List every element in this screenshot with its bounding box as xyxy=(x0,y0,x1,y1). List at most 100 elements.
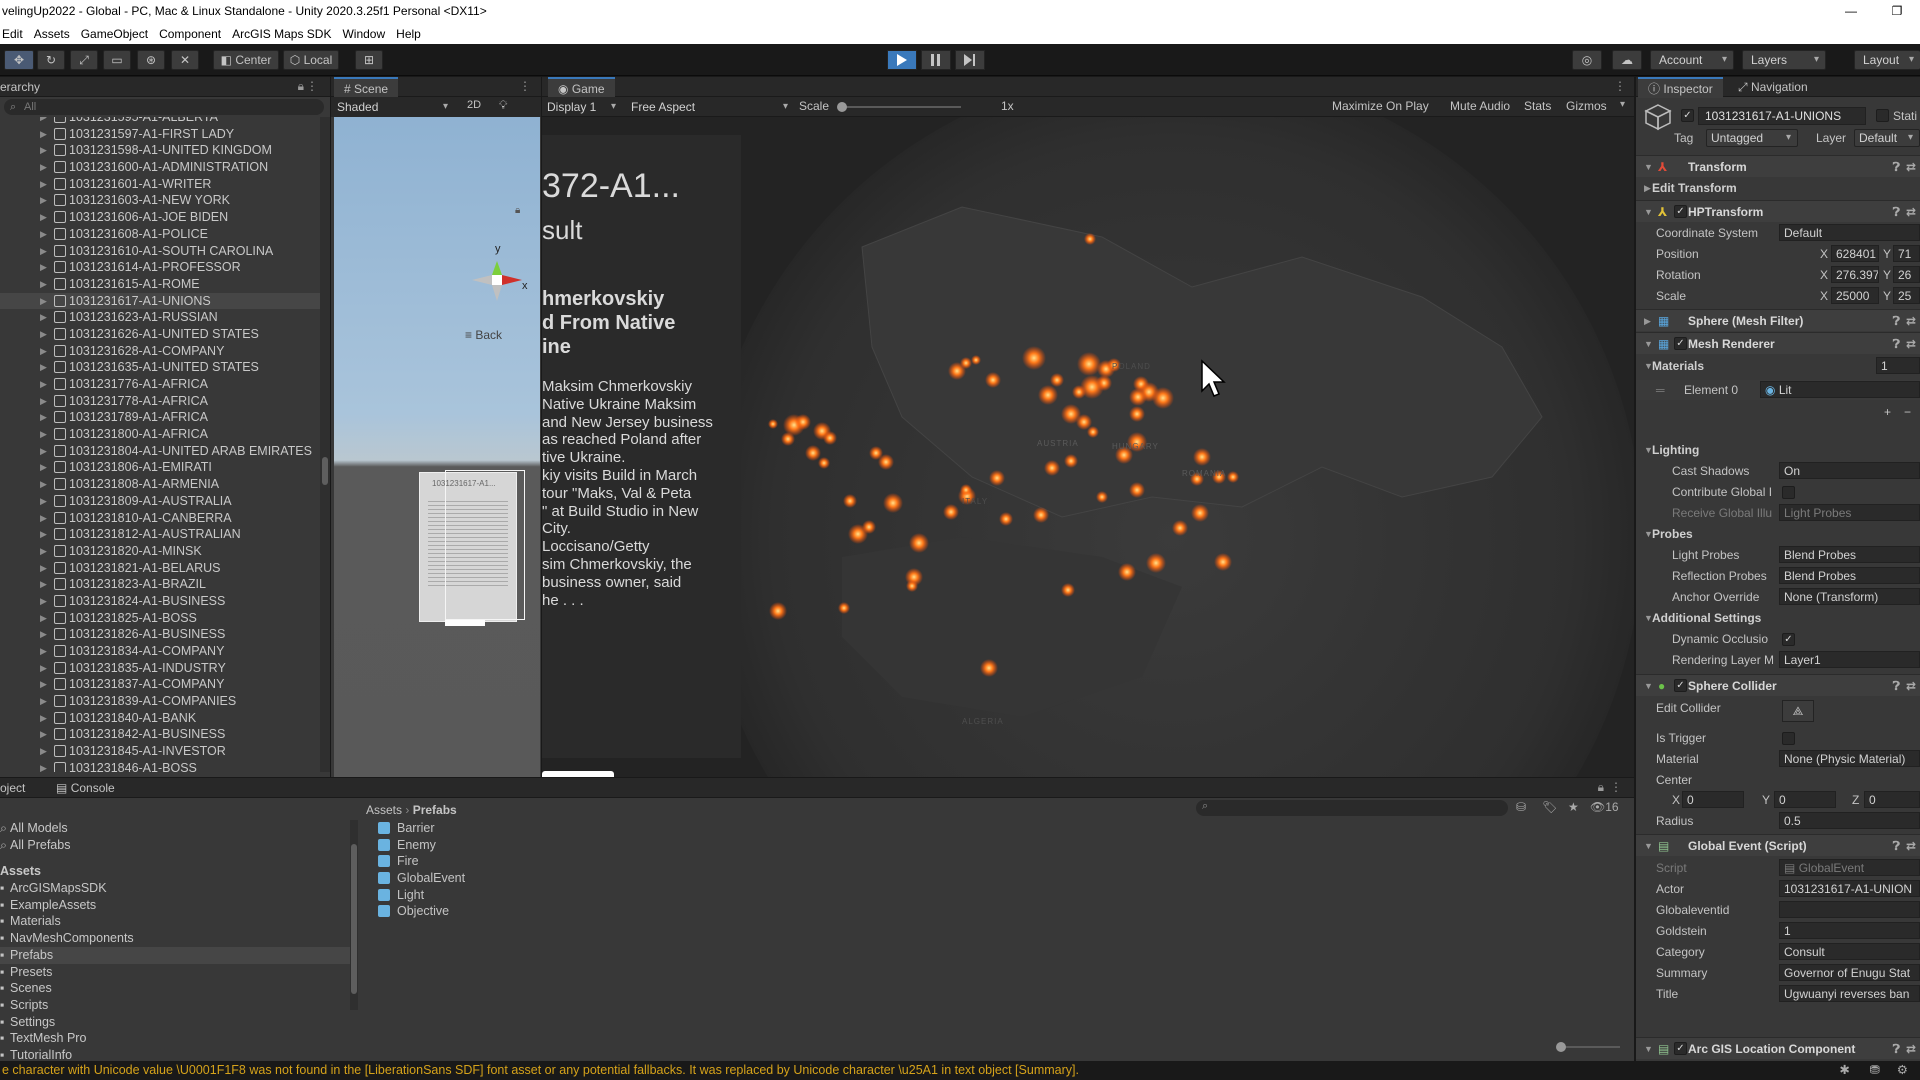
category-field[interactable]: Consult xyxy=(1779,943,1920,960)
drag-handle-icon[interactable]: ═ xyxy=(1656,380,1665,400)
layers-dropdown[interactable]: Layers xyxy=(1742,50,1826,70)
probes-section[interactable]: ▼ Probes xyxy=(1636,524,1920,544)
foldout-icon[interactable]: ▼ xyxy=(1644,675,1653,697)
materials-row[interactable]: ▼ Materials 1 xyxy=(1636,356,1920,376)
expand-arrow-icon[interactable]: ▶ xyxy=(40,259,47,276)
hierarchy-item[interactable]: ▶ 1031231840-A1-BANK xyxy=(0,710,322,727)
scale-slider[interactable] xyxy=(837,102,961,112)
layout-dropdown[interactable]: Layout xyxy=(1854,50,1920,70)
expand-arrow-icon[interactable]: ▶ xyxy=(40,293,47,310)
favorite-item[interactable]: ⌕ All Prefabs xyxy=(0,837,350,854)
expand-arrow-icon[interactable]: ▶ xyxy=(40,359,47,376)
expand-arrow-icon[interactable]: ▶ xyxy=(40,560,47,577)
event-fire-marker[interactable] xyxy=(909,533,929,553)
hierarchy-item[interactable]: ▶ 1031231606-A1-JOE BIDEN xyxy=(0,209,322,226)
console-tab[interactable]: ▤ Console xyxy=(46,778,125,799)
hierarchy-item[interactable]: ▶ 1031231601-A1-WRITER xyxy=(0,176,322,193)
foldout-icon[interactable]: ▼ xyxy=(1644,835,1653,857)
help-icon[interactable]: ❓︎ xyxy=(1893,310,1900,332)
folder-item[interactable]: ▪ Materials xyxy=(0,913,350,930)
expand-arrow-icon[interactable]: ▶ xyxy=(40,376,47,393)
rendering-layer-dropdown[interactable]: Layer1 xyxy=(1779,651,1920,668)
stats-toggle[interactable]: Stats xyxy=(1524,99,1551,113)
hierarchy-item[interactable]: ▶ 1031231617-A1-UNIONS xyxy=(0,292,322,310)
event-fire-marker[interactable] xyxy=(818,457,830,469)
hierarchy-item[interactable]: ▶ 1031231846-A1-BOSS xyxy=(0,760,322,772)
rotation-x-field[interactable]: 276.397 xyxy=(1831,266,1879,283)
gizmo-lock-icon[interactable]: 🔒︎ xyxy=(515,205,520,216)
navigation-tab[interactable]: ⤢ Navigation xyxy=(1728,77,1818,98)
event-fire-marker[interactable] xyxy=(1033,507,1049,523)
edit-collider-button[interactable]: ⟁ xyxy=(1782,700,1814,722)
orientation-gizmo[interactable] xyxy=(464,247,544,327)
global-event-component-header[interactable]: ▼ ▤ Global Event (Script) ❓︎ ⇄ xyxy=(1636,834,1920,856)
prefab-file[interactable]: Barrier xyxy=(360,820,1630,837)
center-y-field[interactable]: 0 xyxy=(1774,791,1836,808)
mesh-renderer-component-header[interactable]: ▼ ▦ ✓ Mesh Renderer ❓︎ ⇄ xyxy=(1636,332,1920,354)
event-fire-marker[interactable] xyxy=(1061,583,1075,597)
event-fire-marker[interactable] xyxy=(1050,373,1064,387)
lock-icon[interactable]: 🔒︎ xyxy=(1598,780,1604,795)
scale-tool-icon[interactable]: ⤢ xyxy=(70,50,98,70)
shading-dropdown[interactable]: Shaded xyxy=(334,98,454,116)
breadcrumb-assets[interactable]: Assets xyxy=(366,803,402,817)
foldout-icon[interactable]: ▶ xyxy=(1644,178,1651,198)
maximize-button[interactable]: ❐ xyxy=(1874,0,1920,23)
hierarchy-item[interactable]: ▶ 1031231628-A1-COMPANY xyxy=(0,343,322,360)
auto-generate-lighting-icon[interactable]: ⚙ xyxy=(1897,1061,1908,1080)
event-fire-marker[interactable] xyxy=(838,602,850,614)
edit-transform-row[interactable]: ▶ Edit Transform xyxy=(1636,178,1920,198)
assets-root[interactable]: Assets xyxy=(0,863,350,880)
event-fire-marker[interactable] xyxy=(878,454,894,470)
hierarchy-item[interactable]: ▶ 1031231835-A1-INDUSTRY xyxy=(0,660,322,677)
event-fire-marker[interactable] xyxy=(769,602,787,620)
expand-arrow-icon[interactable]: ▶ xyxy=(40,243,47,260)
reflection-probes-dropdown[interactable]: Blend Probes xyxy=(1779,567,1920,584)
pause-button[interactable] xyxy=(921,50,951,70)
menu-component[interactable]: Component xyxy=(157,27,230,41)
prefab-file[interactable]: GlobalEvent xyxy=(360,870,1630,887)
hierarchy-item[interactable]: ▶ 1031231834-A1-COMPANY xyxy=(0,643,322,660)
mesh-filter-component-header[interactable]: ▶ ▦ Sphere (Mesh Filter) ❓︎ ⇄ xyxy=(1636,309,1920,331)
event-info-card[interactable]: 372-A1... sult hmerkovskiy d From Native… xyxy=(542,135,741,758)
expand-arrow-icon[interactable]: ▶ xyxy=(40,459,47,476)
event-fire-marker[interactable] xyxy=(1080,375,1104,399)
static-checkbox[interactable] xyxy=(1876,109,1889,122)
goldstein-field[interactable]: 1 xyxy=(1779,922,1920,939)
expand-arrow-icon[interactable]: ▶ xyxy=(40,493,47,510)
collider-material-field[interactable]: None (Physic Material) xyxy=(1779,750,1920,767)
pivot-local-toggle[interactable]: ⬡ Local xyxy=(283,50,339,70)
transform-component-header[interactable]: ▼ ⅄ Transform ❓︎ ⇄ xyxy=(1636,155,1920,177)
expand-arrow-icon[interactable]: ▶ xyxy=(40,142,47,159)
event-fire-marker[interactable] xyxy=(1118,563,1136,581)
minimize-button[interactable]: — xyxy=(1828,0,1874,23)
hierarchy-item[interactable]: ▶ 1031231821-A1-BELARUS xyxy=(0,560,322,577)
hierarchy-item[interactable]: ▶ 1031231845-A1-INVESTOR xyxy=(0,743,322,760)
settings-icon[interactable]: ⇄ xyxy=(1906,201,1916,223)
foldout-icon[interactable]: ▼ xyxy=(1644,333,1653,355)
event-fire-marker[interactable] xyxy=(805,445,821,461)
settings-icon[interactable]: ⇄ xyxy=(1906,156,1916,178)
coordinate-system-dropdown[interactable]: Default xyxy=(1779,224,1920,241)
help-icon[interactable]: ❓︎ xyxy=(1893,835,1900,857)
expand-arrow-icon[interactable]: ▶ xyxy=(40,226,47,243)
event-fire-marker[interactable] xyxy=(960,357,972,369)
event-fire-marker[interactable] xyxy=(943,504,959,520)
expand-arrow-icon[interactable]: ▶ xyxy=(40,526,47,543)
hierarchy-item[interactable]: ▶ 1031231595-A1-ALBERTA xyxy=(0,117,322,126)
folder-item[interactable]: ▪ Prefabs xyxy=(0,946,350,964)
component-enabled-checkbox[interactable]: ✓ xyxy=(1674,205,1687,218)
hierarchy-item[interactable]: ▶ 1031231614-A1-PROFESSOR xyxy=(0,259,322,276)
title-field[interactable]: Ugwuanyi reverses ban xyxy=(1779,985,1920,1002)
prefab-file[interactable]: Fire xyxy=(360,853,1630,870)
panel-menu-icon[interactable]: ⋮ xyxy=(1610,780,1622,794)
help-icon[interactable]: ❓︎ xyxy=(1893,201,1900,223)
event-fire-marker[interactable] xyxy=(795,414,811,430)
expand-arrow-icon[interactable]: ▶ xyxy=(40,476,47,493)
grid-snap-icon[interactable]: ⊞ xyxy=(355,50,383,70)
menu-gameobject[interactable]: GameObject xyxy=(79,27,157,41)
mute-audio-toggle[interactable]: Mute Audio xyxy=(1450,99,1510,113)
hierarchy-item[interactable]: ▶ 1031231823-A1-BRAZIL xyxy=(0,576,322,593)
hierarchy-item[interactable]: ▶ 1031231837-A1-COMPANY xyxy=(0,676,322,693)
rotation-y-field[interactable]: 26 xyxy=(1893,266,1920,283)
